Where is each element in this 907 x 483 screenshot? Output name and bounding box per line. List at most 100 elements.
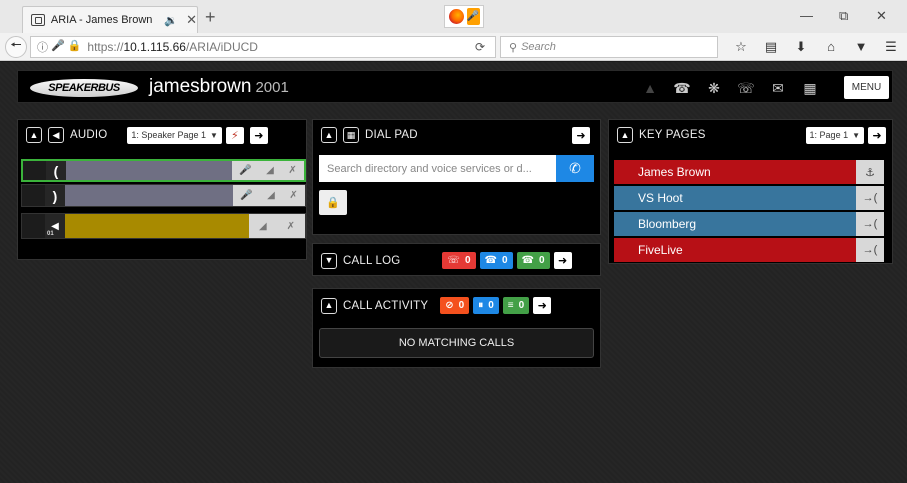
dial-arrow-icon[interactable]: →( [856,238,884,262]
key-name[interactable]: Bloomberg [614,212,856,236]
media-sharing-indicator[interactable]: 🎤 [444,5,484,28]
expand-chevron-icon[interactable]: ▼ [321,252,337,269]
incoming-count: 0 [501,255,508,266]
speaker-icon: ◀ [51,220,59,232]
key-name[interactable]: FiveLive [614,238,856,262]
tab-title: ARIA - James Brown [50,14,153,26]
share-arrow-icon[interactable]: ➜ [572,126,590,144]
channel-controls: 🎤 ◢ ✗ [233,185,305,206]
reading-list-icon[interactable]: ▤ [756,39,786,55]
mute-speaker-icon[interactable]: ✗ [288,165,296,176]
dial-call-button[interactable]: ✆ [556,155,594,182]
dial-arrow-icon[interactable]: →( [856,212,884,236]
key-name[interactable]: VS Hoot [614,186,856,210]
close-window-button[interactable]: ✕ [876,8,887,24]
insecure-lock-icon: 🔒 [67,40,82,52]
speaker-channel: ◀ 01 [45,214,65,238]
home-icon[interactable]: ⌂ [816,39,846,55]
lock-button[interactable]: 🔒 [319,190,347,215]
pocket-icon[interactable]: ▼ [846,39,876,55]
browser-navbar: 🠔 ⓘ 🎤 🔒 https://10.1.115.66/ARIA/iDUCD ⟳… [0,33,907,61]
channel-controls: ◢ ✗ [249,214,305,238]
key-row[interactable]: James Brown ⚓ [614,160,884,184]
call-activity-title: CALL ACTIVITY [343,299,429,312]
browser-tab[interactable]: ARIA - James Brown 🔉 ✕ [22,6,198,33]
call-log-header: ▼ CALL LOG ☏ 0 ☎ 0 ☎ 0 ➜ [313,244,600,277]
channel-number: 01 [47,231,54,237]
share-arrow-icon[interactable]: ➜ [249,126,268,144]
mail-icon[interactable]: ✉ [764,76,792,100]
key-page-select[interactable]: 1: Page 1 ▼ [805,126,864,144]
channel-handle[interactable] [22,185,45,206]
channel-volume-bar[interactable] [65,214,249,238]
reload-icon[interactable]: ⟳ [475,40,485,54]
key-row[interactable]: FiveLive →( [614,238,884,262]
tab-audio-icon[interactable]: 🔉 [164,14,178,27]
channel-handle[interactable] [23,161,46,180]
microphone-mute-button[interactable]: ⚡ [225,126,244,144]
search-input[interactable]: ⚲ Search [500,36,718,58]
firefox-logo-icon [448,9,464,24]
call-transfer-icon[interactable]: ☎ [668,76,696,100]
speaker-icon[interactable]: ◀ [48,127,64,143]
outgoing-count: 0 [539,255,545,266]
site-identity[interactable]: ⓘ 🎤 🔒 [37,39,81,55]
mic-icon[interactable]: 🎤 [240,190,252,201]
alert-bell-icon[interactable]: ▲ [636,76,664,100]
monitor-icon[interactable]: ▦ [796,76,824,100]
audio-channel-row[interactable]: ( 🎤 ◢ ✗ [21,159,306,182]
mic-icon[interactable]: 🎤 [239,165,251,176]
collapse-chevron-icon[interactable]: ▲ [26,127,42,143]
audio-panel-header: ▲ ◀ AUDIO 1: Speaker Page 1 ▼ ⚡ ➜ [18,120,306,150]
lock-icon: 🔒 [326,197,340,209]
share-arrow-icon[interactable]: ➜ [533,297,552,314]
mute-speaker-icon[interactable]: ✗ [289,190,297,201]
incoming-calls-badge[interactable]: ☎ 0 [479,252,513,269]
missed-calls-badge[interactable]: ☏ 0 [442,252,476,269]
held-count: 0 [488,300,494,311]
hamburger-menu-icon[interactable]: ☰ [876,39,906,55]
key-row[interactable]: VS Hoot →( [614,186,884,210]
downloads-icon[interactable]: ⬇ [786,39,816,55]
collapse-chevron-icon[interactable]: ▲ [321,127,337,143]
collapse-chevron-icon[interactable]: ▲ [617,127,633,143]
no-calls-message: NO MATCHING CALLS [319,328,594,358]
audio-channel-row[interactable]: ◀ 01 ◢ ✗ [21,213,306,239]
menu-button[interactable]: MENU [844,76,889,99]
restore-button[interactable]: ⧉ [839,8,848,24]
address-bar[interactable]: ⓘ 🎤 🔒 https://10.1.115.66/ARIA/iDUCD ⟳ [30,36,496,58]
volume-wedge-icon[interactable]: ◢ [259,221,267,232]
speaker-page-select[interactable]: 1: Speaker Page 1 ▼ [127,126,222,144]
key-pages-header: ▲ KEY PAGES 1: Page 1 ▼ ➜ [609,120,892,150]
channel-volume-bar[interactable] [65,185,233,206]
minimize-button[interactable]: — [800,8,813,23]
collapse-chevron-icon[interactable]: ▲ [321,297,337,314]
directory-search-input[interactable]: Search directory and voice services or d… [319,155,556,182]
tab-close-icon[interactable]: ✕ [186,12,197,28]
active-calls-badge[interactable]: ≡ 0 [502,297,530,314]
mute-bell-icon[interactable]: ❋ [700,76,728,100]
user-extension: 2001 [255,79,289,96]
channel-volume-bar[interactable] [66,161,232,180]
volume-wedge-icon[interactable]: ◢ [266,165,274,176]
keypad-icon[interactable]: ▦ [343,127,359,143]
channel-handle[interactable] [22,214,45,238]
url-text[interactable]: https://10.1.115.66/ARIA/iDUCD [87,40,258,54]
held-calls-badge[interactable]: ⏸ 0 [473,297,499,314]
audio-channel-row[interactable]: ) 🎤 ◢ ✗ [21,184,306,207]
anchor-icon[interactable]: ⚓ [856,160,884,184]
chevron-down-icon: ▼ [209,130,218,140]
volume-wedge-icon[interactable]: ◢ [267,190,275,201]
blocked-calls-badge[interactable]: ⊘ 0 [440,297,470,314]
back-button[interactable]: 🠔 [5,36,27,58]
key-name[interactable]: James Brown [614,160,856,184]
hangup-icon[interactable]: ☏ [732,76,760,100]
bookmark-star-icon[interactable]: ☆ [726,39,756,55]
key-row[interactable]: Bloomberg →( [614,212,884,236]
dial-arrow-icon[interactable]: →( [856,186,884,210]
new-tab-button[interactable]: + [205,8,216,26]
outgoing-calls-badge[interactable]: ☎ 0 [516,252,550,269]
share-arrow-icon[interactable]: ➜ [868,126,886,144]
mute-speaker-icon[interactable]: ✗ [287,221,295,232]
share-arrow-icon[interactable]: ➜ [553,252,572,269]
